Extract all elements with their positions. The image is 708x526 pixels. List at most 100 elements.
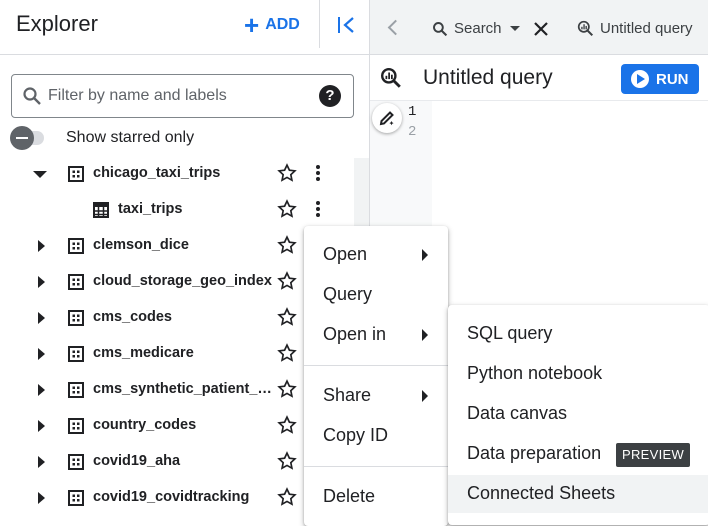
submenu-item-label: SQL query bbox=[467, 323, 553, 343]
dataset-icon bbox=[68, 310, 84, 326]
submenu-item-connected-sheets[interactable]: Connected Sheets bbox=[448, 475, 708, 513]
tree-row[interactable]: covid19_aha bbox=[0, 444, 354, 480]
tree-row[interactable]: cms_synthetic_patient_d... bbox=[0, 372, 354, 408]
add-button[interactable]: + ADD bbox=[244, 12, 300, 38]
collapse-panel-icon[interactable] bbox=[334, 13, 358, 37]
expand-arrow-icon[interactable] bbox=[38, 348, 45, 360]
query-header: Untitled query RUN bbox=[370, 55, 708, 101]
expand-arrow-icon[interactable] bbox=[38, 240, 45, 252]
play-icon bbox=[631, 70, 649, 88]
dataset-icon bbox=[68, 346, 84, 362]
menu-item-share[interactable]: Share bbox=[304, 377, 448, 415]
dataset-icon bbox=[68, 454, 84, 470]
tree-row[interactable]: clemson_dice bbox=[0, 228, 354, 264]
submenu-arrow-icon bbox=[422, 390, 428, 402]
help-icon[interactable]: ? bbox=[319, 85, 341, 107]
query-icon bbox=[577, 20, 594, 37]
menu-divider bbox=[304, 466, 448, 467]
menu-item-query[interactable]: Query bbox=[304, 276, 448, 314]
menu-item-delete[interactable]: Delete bbox=[304, 478, 448, 516]
add-button-label: ADD bbox=[265, 16, 300, 33]
starred-toggle-knob[interactable] bbox=[10, 126, 34, 150]
explorer-title: Explorer bbox=[16, 11, 98, 36]
tab-untitled-label: Untitled query bbox=[600, 20, 693, 37]
dataset-icon bbox=[68, 418, 84, 434]
tree-item-name: cms_synthetic_patient_d... bbox=[93, 381, 273, 397]
menu-item-open-in[interactable]: Open in bbox=[304, 316, 448, 354]
expand-arrow-icon[interactable] bbox=[38, 492, 45, 504]
tree-row[interactable]: chicago_taxi_trips bbox=[0, 156, 354, 192]
dataset-icon bbox=[68, 166, 84, 182]
dataset-icon bbox=[68, 382, 84, 398]
star-icon[interactable] bbox=[277, 235, 297, 255]
tree-item-name: covid19_aha bbox=[93, 453, 181, 469]
dataset-icon bbox=[68, 274, 84, 290]
query-title: Untitled query bbox=[423, 66, 553, 89]
submenu-item-python-notebook[interactable]: Python notebook bbox=[448, 355, 708, 393]
tree-row[interactable]: covid19_covidtracking bbox=[0, 480, 354, 516]
tab-search[interactable]: Search bbox=[432, 20, 520, 37]
expand-arrow-icon[interactable] bbox=[38, 312, 45, 324]
star-icon[interactable] bbox=[277, 343, 297, 363]
submenu-arrow-icon bbox=[422, 329, 428, 341]
expand-arrow-icon[interactable] bbox=[33, 171, 47, 178]
context-menu: Open Query Open in Share Copy ID Delete bbox=[304, 226, 448, 526]
tree-row[interactable]: country_codes bbox=[0, 408, 354, 444]
submenu-arrow-icon bbox=[422, 249, 428, 261]
chevron-down-icon bbox=[509, 26, 520, 31]
submenu-item-sql-query[interactable]: SQL query bbox=[448, 315, 708, 353]
filter-field[interactable]: ? bbox=[11, 74, 354, 118]
star-icon[interactable] bbox=[277, 163, 297, 183]
tree-item-name: cms_medicare bbox=[93, 345, 194, 361]
menu-item-copy-id[interactable]: Copy ID bbox=[304, 417, 448, 455]
tree-row[interactable]: taxi_trips bbox=[0, 192, 354, 228]
tree-item-name: chicago_taxi_trips bbox=[93, 165, 221, 181]
tree-item-name: cms_codes bbox=[93, 309, 172, 325]
tab-bar: Search Untitled query bbox=[370, 0, 708, 55]
query-icon bbox=[380, 67, 401, 88]
expand-arrow-icon[interactable] bbox=[38, 456, 45, 468]
tab-untitled-query[interactable]: Untitled query bbox=[577, 20, 693, 37]
star-icon[interactable] bbox=[277, 415, 297, 435]
star-icon[interactable] bbox=[277, 307, 297, 327]
search-icon bbox=[23, 87, 41, 105]
explorer-header: Explorer + ADD bbox=[0, 0, 370, 55]
tree-row[interactable]: cms_codes bbox=[0, 300, 354, 336]
tree-item-name: country_codes bbox=[93, 417, 197, 433]
filter-input[interactable] bbox=[48, 85, 308, 107]
tree-item-name: covid19_covidtracking bbox=[93, 489, 250, 505]
star-icon[interactable] bbox=[277, 271, 297, 291]
run-button[interactable]: RUN bbox=[621, 64, 699, 94]
star-icon[interactable] bbox=[277, 199, 297, 219]
dataset-icon bbox=[68, 238, 84, 254]
tree-row[interactable]: cms_medicare bbox=[0, 336, 354, 372]
tree-item-name: taxi_trips bbox=[118, 201, 183, 217]
run-button-label: RUN bbox=[656, 70, 689, 88]
close-icon[interactable] bbox=[533, 21, 549, 37]
star-icon[interactable] bbox=[277, 487, 297, 507]
star-icon[interactable] bbox=[277, 451, 297, 471]
menu-item-label: Delete bbox=[323, 486, 376, 506]
tree-item-name: clemson_dice bbox=[93, 237, 189, 253]
tab-search-label: Search bbox=[454, 20, 502, 37]
submenu-item-data-preparation[interactable]: Data preparation PREVIEW bbox=[448, 435, 708, 473]
tree-row[interactable]: cloud_storage_geo_index bbox=[0, 264, 354, 300]
ai-assist-pencil-icon[interactable] bbox=[372, 103, 402, 133]
scrollbar[interactable] bbox=[354, 158, 369, 230]
submenu-item-data-canvas[interactable]: Data canvas bbox=[448, 395, 708, 433]
more-options-icon[interactable] bbox=[313, 163, 323, 183]
expand-arrow-icon[interactable] bbox=[38, 384, 45, 396]
menu-item-open[interactable]: Open bbox=[304, 236, 448, 274]
expand-arrow-icon[interactable] bbox=[38, 276, 45, 288]
table-icon bbox=[93, 202, 109, 218]
menu-item-label: Open bbox=[323, 244, 368, 264]
menu-divider bbox=[304, 365, 448, 366]
expand-arrow-icon[interactable] bbox=[38, 420, 45, 432]
chevron-left-icon[interactable] bbox=[387, 19, 404, 36]
header-divider bbox=[319, 0, 320, 48]
search-icon bbox=[433, 21, 448, 36]
submenu-item-label: Connected Sheets bbox=[467, 483, 616, 503]
more-options-icon[interactable] bbox=[313, 199, 323, 219]
dataset-icon bbox=[68, 490, 84, 506]
star-icon[interactable] bbox=[277, 379, 297, 399]
